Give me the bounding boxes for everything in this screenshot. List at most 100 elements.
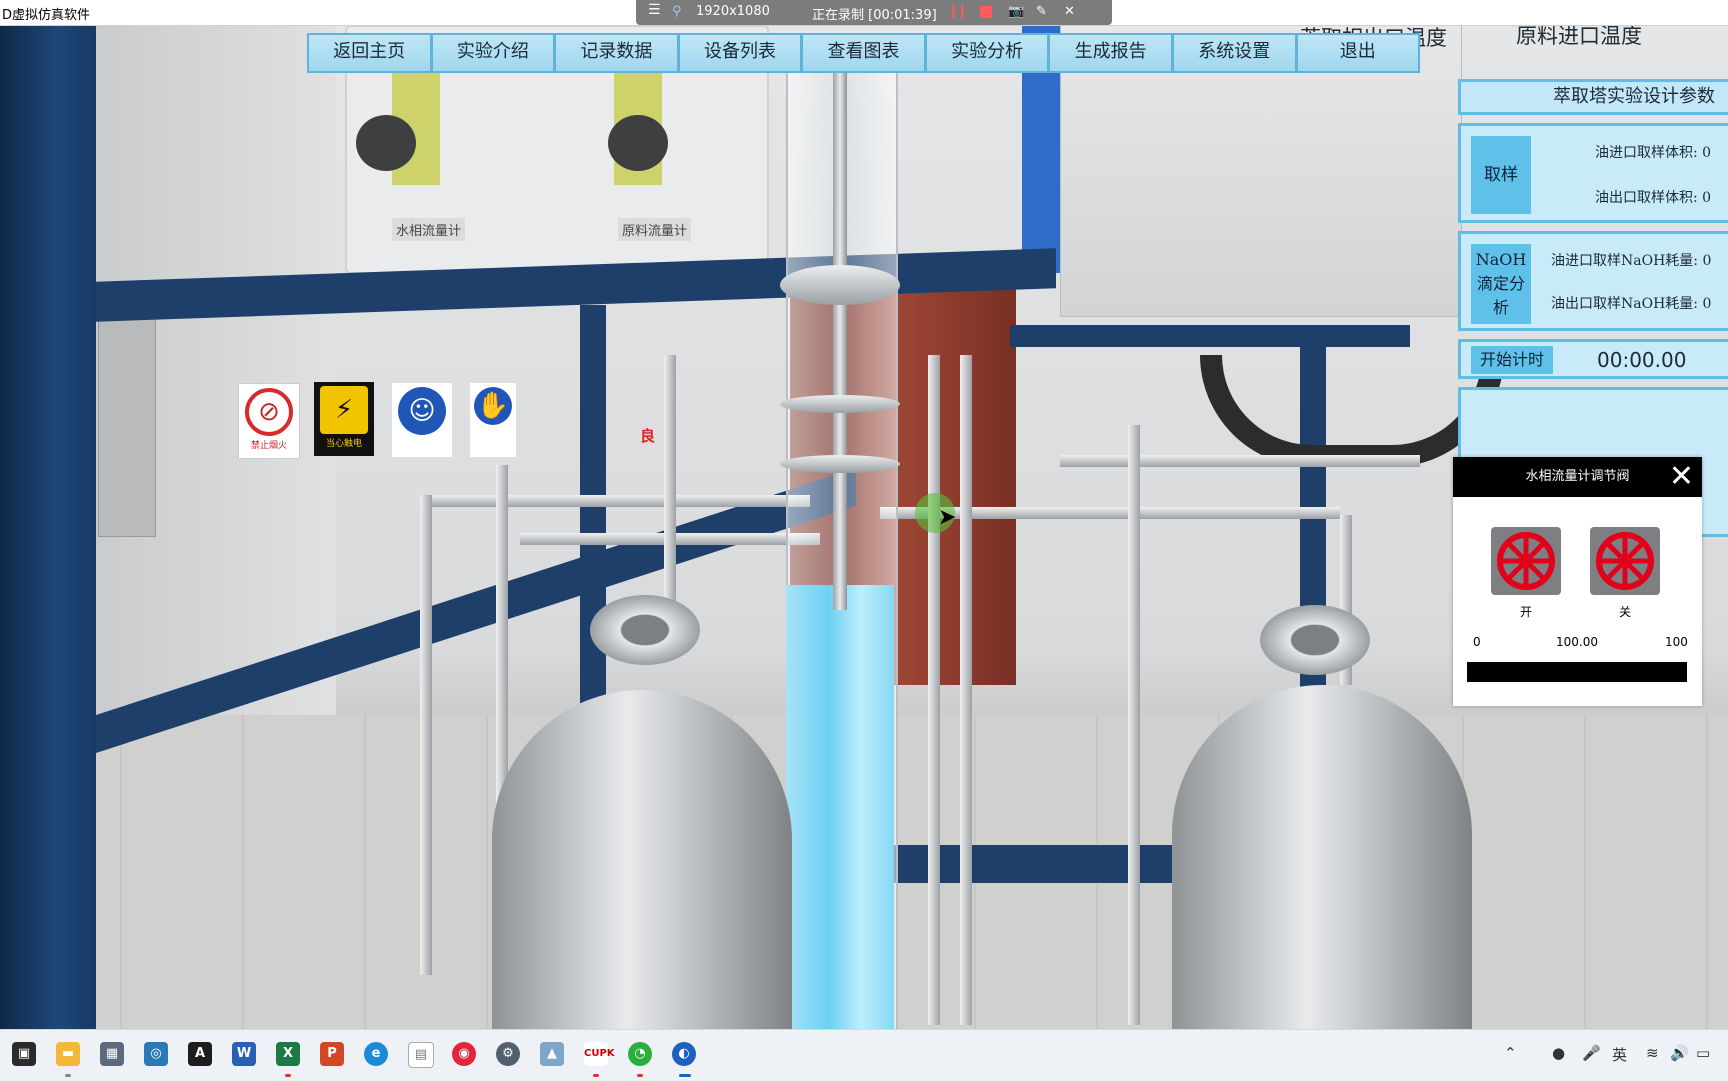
pause-icon[interactable]: ❙❙ <box>948 4 968 19</box>
column-flange <box>780 455 900 473</box>
raffinate-tank[interactable] <box>1172 685 1472 1029</box>
naoh-outlet-consumption: 油出口取样NaOH耗量: 0 <box>1551 296 1712 312</box>
gloves-sign: ✋ <box>470 383 516 457</box>
scale-min: 0 <box>1473 635 1481 649</box>
valve-opening-fill <box>1467 662 1687 682</box>
volume-icon[interactable]: 🔊 <box>1670 1044 1689 1062</box>
steel-beam <box>1010 325 1410 347</box>
lightning-icon: ⚡ <box>320 386 368 434</box>
electric-warning-sign: ⚡ 当心触电 <box>314 382 374 456</box>
tank-nozzle <box>1260 605 1370 675</box>
powerpoint-icon[interactable]: P <box>320 1042 344 1066</box>
running-indicator <box>285 1074 291 1077</box>
valve-wheel-icon <box>1497 532 1555 590</box>
sampling-block: 取样 油进口取样体积: 0 油出口取样体积: 0 <box>1458 123 1728 223</box>
acrobat-icon[interactable]: A <box>188 1042 212 1066</box>
running-indicator <box>65 1074 71 1077</box>
pipe <box>928 355 940 1025</box>
close-icon[interactable]: ✕ <box>1064 4 1075 19</box>
recorder-status: 正在录制 [00:01:39] <box>812 8 937 23</box>
recorder-toolbar: ☰ ⚲ 1920x1080 正在录制 [00:01:39] ❙❙ 📷 ✎ ✕ <box>636 0 1112 25</box>
monitor-icon[interactable]: ▲ <box>540 1042 564 1066</box>
start-timer-button[interactable]: 开始计时 <box>1471 346 1553 374</box>
nav-exit-button[interactable]: 退出 <box>1297 35 1419 71</box>
excel-icon[interactable]: X <box>276 1042 300 1066</box>
column-flange <box>780 395 900 413</box>
edge-icon[interactable]: e <box>364 1042 388 1066</box>
feed-tank[interactable] <box>492 690 792 1029</box>
column-water-phase <box>786 585 894 1029</box>
taskbar: ▣ ▬ ▦ ◎ A W X P e ▤ ◉ ⚙ ▲ CUPK ◔ ◐ ⌃ ● 🎤… <box>0 1029 1728 1081</box>
red-sign-text: 良 <box>640 427 656 445</box>
input-language[interactable]: 英 <box>1612 1044 1627 1065</box>
nav-intro-button[interactable]: 实验介绍 <box>432 35 557 71</box>
valve-dialog-title: 水相流量计调节阀 <box>1525 469 1630 484</box>
nav-analysis-button[interactable]: 实验分析 <box>926 35 1051 71</box>
file-explorer-icon[interactable]: ▬ <box>56 1042 80 1066</box>
tank-nozzle <box>590 595 700 665</box>
nav-equipment-list-button[interactable]: 设备列表 <box>679 35 804 71</box>
feed-flowmeter-knob[interactable] <box>608 115 668 171</box>
menu-icon[interactable]: ☰ <box>648 2 661 18</box>
valve-open-button[interactable] <box>1491 527 1561 595</box>
no-fire-text: 禁止烟火 <box>250 441 287 451</box>
timer-display: 00:00.00 <box>1597 348 1687 372</box>
column-flange <box>780 265 900 305</box>
settings-gear-icon[interactable]: ⚙ <box>496 1042 520 1066</box>
pipe <box>420 495 432 975</box>
agitator-shaft <box>833 50 847 610</box>
active-indicator <box>679 1074 691 1077</box>
task-view-icon[interactable]: ▣ <box>12 1042 36 1066</box>
nav-view-chart-button[interactable]: 查看图表 <box>803 35 927 71</box>
steel-beam <box>860 845 1190 883</box>
network-icon[interactable]: ◎ <box>144 1042 168 1066</box>
no-fire-icon: ⊘ <box>245 388 293 436</box>
water-flowmeter-label: 水相流量计 <box>392 218 466 241</box>
close-icon[interactable]: ✕ <box>1669 461 1694 493</box>
scale-max: 100 <box>1665 635 1688 649</box>
goggles-sign: ☺ <box>392 383 452 457</box>
pen-icon[interactable]: ✎ <box>1036 4 1047 19</box>
valve-close-button[interactable] <box>1590 527 1660 595</box>
gloves-icon: ✋ <box>474 387 512 425</box>
stop-icon[interactable] <box>980 6 992 18</box>
valve-dialog-header: 水相流量计调节阀 ✕ <box>1453 457 1702 497</box>
user-status-icon[interactable]: ● <box>1552 1044 1565 1062</box>
camera-icon[interactable]: 📷 <box>1008 4 1024 19</box>
running-indicator <box>637 1074 643 1077</box>
recorder-resolution: 1920x1080 <box>696 4 770 19</box>
wifi-icon[interactable]: ≋ <box>1646 1044 1659 1062</box>
goggles-icon: ☺ <box>398 387 446 435</box>
nav-settings-button[interactable]: 系统设置 <box>1173 35 1298 71</box>
naoh-inlet-consumption: 油进口取样NaOH耗量: 0 <box>1551 253 1712 269</box>
pin-icon[interactable]: ⚲ <box>672 4 682 19</box>
word-icon[interactable]: W <box>232 1042 256 1066</box>
pipe <box>960 355 972 1025</box>
water-flowmeter-knob[interactable] <box>356 115 416 171</box>
pipe <box>1060 455 1420 467</box>
timer-block: 开始计时 00:00.00 <box>1458 339 1728 379</box>
battery-icon[interactable]: ▭ <box>1696 1044 1710 1062</box>
calculator-icon[interactable]: ▦ <box>100 1042 124 1066</box>
no-fire-sign: ⊘ 禁止烟火 <box>238 383 300 459</box>
left-column <box>0 25 96 1029</box>
nav-report-button[interactable]: 生成报告 <box>1050 35 1174 71</box>
nav-record-data-button[interactable]: 记录数据 <box>556 35 680 71</box>
netease-music-icon[interactable]: ◉ <box>452 1042 476 1066</box>
wechat-icon[interactable]: ◔ <box>628 1042 652 1066</box>
valve-close-label: 关 <box>1618 605 1631 619</box>
electrical-cabinet <box>98 315 156 537</box>
app-title: D虚拟仿真软件 <box>2 8 91 23</box>
scale-value: 100.00 <box>1556 635 1598 649</box>
chevron-up-icon[interactable]: ⌃ <box>1504 1044 1517 1062</box>
params-title: 萃取塔实验设计参数 <box>1458 79 1728 115</box>
valve-wheel-icon <box>1596 532 1654 590</box>
valve-opening-bar[interactable] <box>1467 662 1687 682</box>
cupk-icon[interactable]: CUPK <box>584 1042 615 1066</box>
microphone-icon[interactable]: 🎤 <box>1582 1044 1601 1062</box>
simulator-app-icon[interactable]: ◐ <box>672 1042 696 1066</box>
oil-outlet-volume: 油出口取样体积: 0 <box>1595 190 1712 206</box>
notepad-icon[interactable]: ▤ <box>408 1042 434 1068</box>
mouse-cursor-icon: ➤ <box>938 505 957 530</box>
nav-home-button[interactable]: 返回主页 <box>309 35 433 71</box>
